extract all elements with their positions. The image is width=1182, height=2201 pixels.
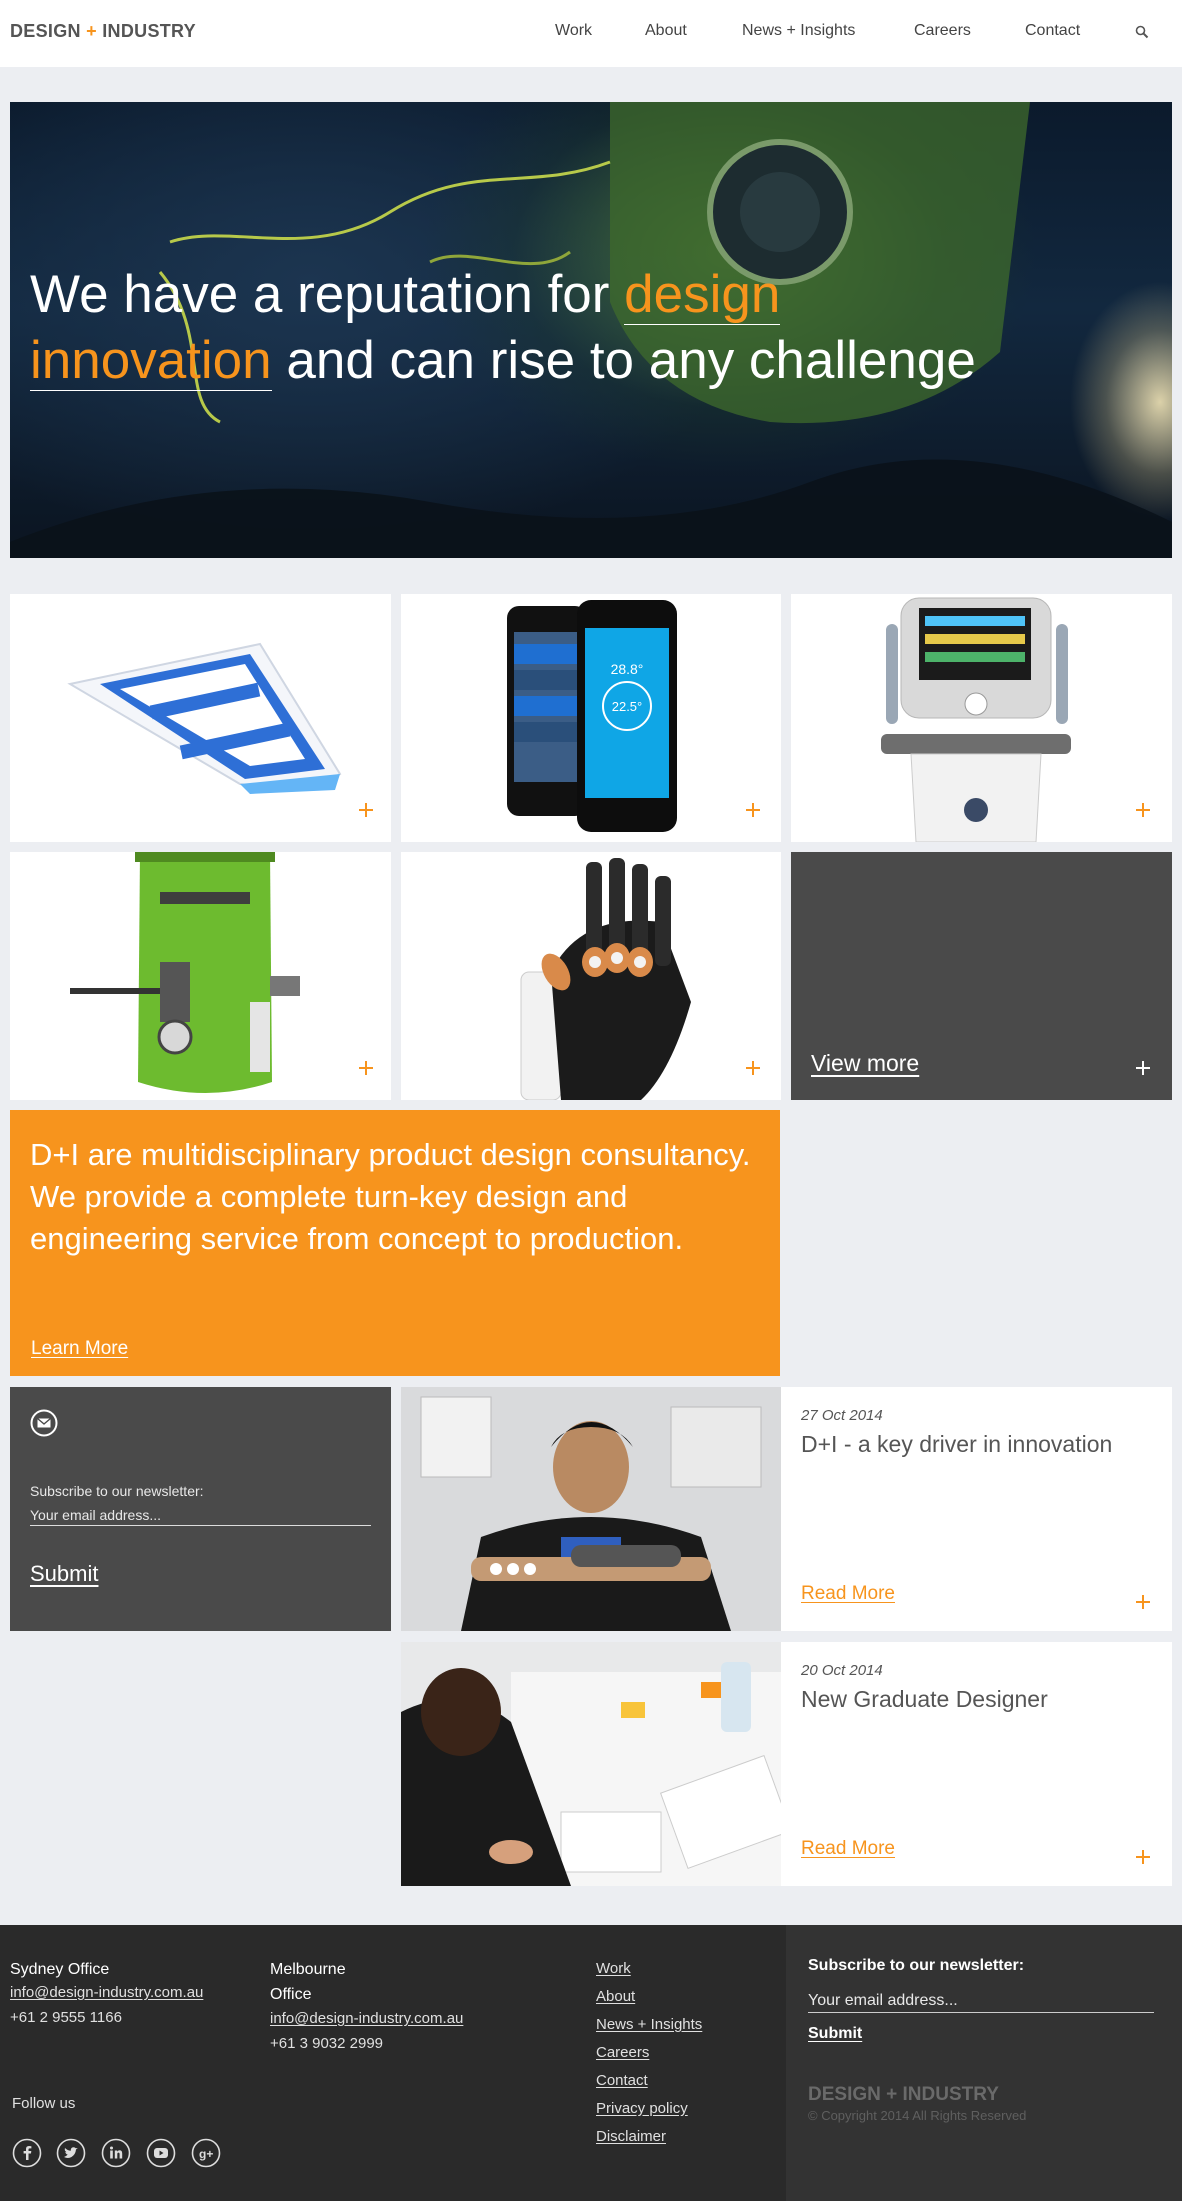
footer-newsletter-label: Subscribe to our newsletter: bbox=[808, 1957, 1025, 1974]
melbourne-office-title-1: Melbourne bbox=[270, 1961, 346, 1978]
hero-banner: We have a reputation for design innovati… bbox=[10, 102, 1172, 558]
newsletter-label: Subscribe to our newsletter: bbox=[30, 1483, 204, 1499]
follow-us-label: Follow us bbox=[12, 2095, 76, 2112]
view-more-link[interactable]: View more bbox=[811, 1050, 919, 1077]
footer-newsletter-email-input[interactable] bbox=[808, 1989, 1154, 2013]
medical-device-image bbox=[881, 597, 1071, 842]
nav-contact[interactable]: Contact bbox=[1025, 22, 1080, 40]
news-card-2: 20 Oct 2014 New Graduate Designer Read M… bbox=[781, 1642, 1172, 1886]
nav-work[interactable]: Work bbox=[555, 22, 592, 40]
expand-plus-icon[interactable] bbox=[746, 1061, 760, 1075]
news-date: 27 Oct 2014 bbox=[801, 1407, 883, 1424]
news-card-1: 27 Oct 2014 D+I - a key driver in innova… bbox=[781, 1387, 1172, 1631]
news-image-2[interactable] bbox=[401, 1642, 781, 1886]
boat-image bbox=[67, 642, 342, 794]
learn-more-link[interactable]: Learn More bbox=[31, 1338, 128, 1360]
smartphone-image: 28.8° 22.5° bbox=[507, 600, 677, 832]
logo-plus: + bbox=[86, 21, 97, 41]
newsletter-email-input[interactable] bbox=[30, 1504, 371, 1526]
news-image-1[interactable] bbox=[401, 1387, 781, 1631]
svg-text:28.8°: 28.8° bbox=[611, 661, 644, 677]
nav-news-insights[interactable]: News + Insights bbox=[742, 22, 855, 40]
svg-text:g+: g+ bbox=[199, 2147, 213, 2161]
sydney-phone: +61 2 9555 1166 bbox=[10, 2009, 122, 2026]
footer-link-careers[interactable]: Careers bbox=[596, 2044, 649, 2061]
mail-icon bbox=[30, 1409, 58, 1437]
hero-text-2: and can rise to any challenge bbox=[271, 331, 976, 390]
hero-link-design[interactable]: design bbox=[624, 265, 781, 325]
news-title[interactable]: D+I - a key driver in innovation bbox=[801, 1431, 1112, 1458]
robotic-glove-image bbox=[520, 858, 691, 1100]
news-title[interactable]: New Graduate Designer bbox=[801, 1686, 1048, 1713]
expand-plus-icon[interactable] bbox=[1136, 1850, 1150, 1864]
footer-link-privacy-policy[interactable]: Privacy policy bbox=[596, 2100, 688, 2117]
project-tile-boat[interactable] bbox=[10, 594, 391, 842]
expand-plus-icon[interactable] bbox=[1136, 1595, 1150, 1609]
facebook-icon[interactable] bbox=[12, 2138, 42, 2168]
youtube-icon[interactable] bbox=[146, 2138, 176, 2168]
hero-text-1: We have a reputation for bbox=[30, 265, 625, 324]
footer-newsletter-panel: Subscribe to our newsletter: Submit DESI… bbox=[786, 1925, 1182, 2201]
expand-plus-icon[interactable] bbox=[1136, 803, 1150, 817]
svg-text:22.5°: 22.5° bbox=[612, 699, 643, 714]
google-plus-icon[interactable]: g+ bbox=[191, 2138, 221, 2168]
hero-link-innovation[interactable]: innovation bbox=[30, 331, 272, 391]
expand-plus-icon[interactable] bbox=[1136, 1061, 1150, 1075]
project-tile-smartphone-app[interactable]: 28.8° 22.5° bbox=[401, 594, 781, 842]
designer-photo bbox=[401, 1387, 781, 1631]
sydney-office-title: Sydney Office bbox=[10, 1961, 110, 1978]
sydney-email-link[interactable]: info@design-industry.com.au bbox=[10, 1984, 203, 2001]
nav-careers[interactable]: Careers bbox=[914, 22, 971, 40]
search-icon[interactable] bbox=[1134, 24, 1150, 40]
site-footer: Sydney Office info@design-industry.com.a… bbox=[0, 1925, 1182, 2201]
newsletter-tile: Subscribe to our newsletter: Submit bbox=[10, 1387, 391, 1631]
melbourne-phone: +61 3 9032 2999 bbox=[270, 2035, 384, 2052]
project-tile-medical-device[interactable] bbox=[791, 594, 1172, 842]
news-date: 20 Oct 2014 bbox=[801, 1662, 883, 1679]
expand-plus-icon[interactable] bbox=[359, 1061, 373, 1075]
project-tile-robotic-glove[interactable] bbox=[401, 852, 781, 1100]
project-tile-submarine[interactable] bbox=[10, 852, 391, 1100]
about-intro-block: D+I are multidisciplinary product design… bbox=[10, 1110, 780, 1376]
footer-link-disclaimer[interactable]: Disclaimer bbox=[596, 2128, 666, 2145]
melbourne-office-title-2: Office bbox=[270, 1986, 312, 2003]
footer-logo[interactable]: DESIGN + INDUSTRY bbox=[808, 2084, 999, 2106]
linkedin-icon[interactable] bbox=[101, 2138, 131, 2168]
nav-about[interactable]: About bbox=[645, 22, 687, 40]
footer-link-contact[interactable]: Contact bbox=[596, 2072, 648, 2089]
footer-link-work[interactable]: Work bbox=[596, 1960, 631, 1977]
melbourne-email-link[interactable]: info@design-industry.com.au bbox=[270, 2010, 463, 2027]
read-more-link[interactable]: Read More bbox=[801, 1583, 895, 1605]
read-more-link[interactable]: Read More bbox=[801, 1838, 895, 1860]
footer-link-about[interactable]: About bbox=[596, 1988, 635, 2005]
twitter-icon[interactable] bbox=[56, 2138, 86, 2168]
expand-plus-icon[interactable] bbox=[359, 803, 373, 817]
hero-headline: We have a reputation for design innovati… bbox=[30, 262, 1030, 394]
about-intro-text: D+I are multidisciplinary product design… bbox=[30, 1137, 751, 1256]
submarine-image bbox=[70, 852, 300, 1093]
footer-copyright: © Copyright 2014 All Rights Reserved bbox=[808, 2108, 1027, 2123]
expand-plus-icon[interactable] bbox=[746, 803, 760, 817]
view-more-tile[interactable]: View more bbox=[791, 852, 1172, 1100]
footer-newsletter-submit-button[interactable]: Submit bbox=[808, 2025, 862, 2043]
newsletter-submit-button[interactable]: Submit bbox=[30, 1561, 98, 1587]
footer-link-news-insights[interactable]: News + Insights bbox=[596, 2016, 702, 2033]
logo-word-industry: INDUSTRY bbox=[102, 21, 196, 41]
graduate-designer-photo bbox=[401, 1642, 781, 1886]
site-header: DESIGN + INDUSTRY Work About News + Insi… bbox=[0, 0, 1182, 67]
logo-word-design: DESIGN bbox=[10, 21, 81, 41]
site-logo[interactable]: DESIGN + INDUSTRY bbox=[10, 21, 196, 42]
